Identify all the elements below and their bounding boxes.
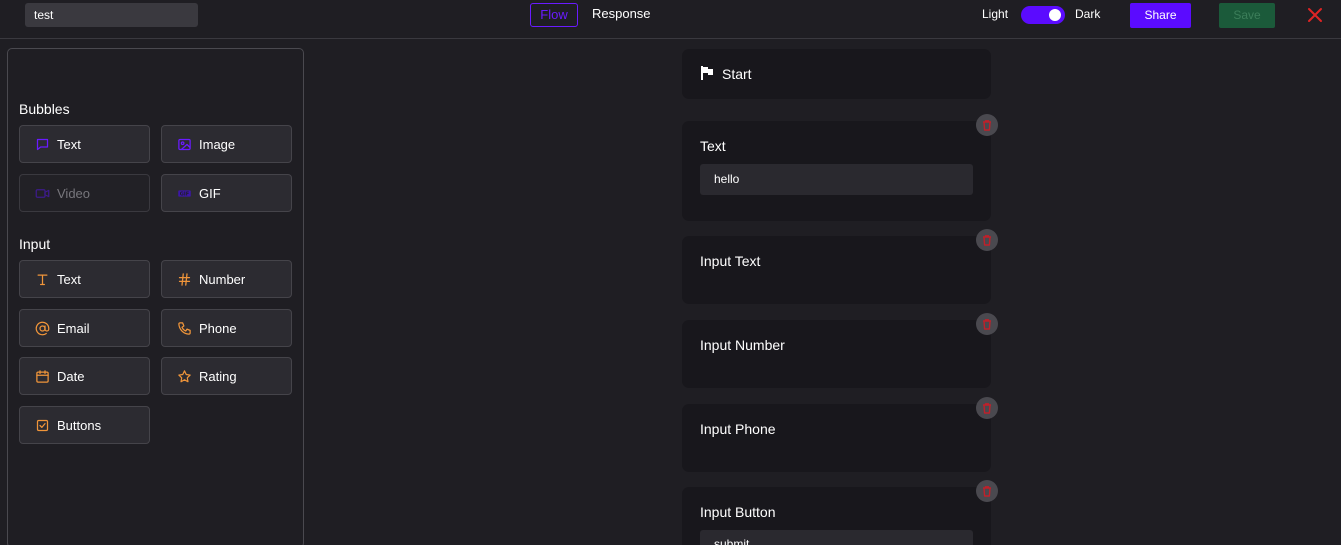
check-square-icon	[34, 417, 50, 433]
node-title: Text	[700, 138, 726, 154]
delete-node-button[interactable]	[976, 114, 998, 136]
node-value-field[interactable]: submit	[700, 530, 973, 545]
type-icon	[34, 271, 50, 287]
trash-icon	[983, 403, 991, 414]
video-icon	[34, 185, 50, 201]
share-button[interactable]: Share	[1130, 3, 1191, 28]
node-title: Input Number	[700, 337, 785, 353]
flow-node-input-number[interactable]: Input Number	[682, 320, 991, 388]
toggle-knob	[1049, 9, 1061, 21]
delete-node-button[interactable]	[976, 397, 998, 419]
trash-icon	[983, 319, 991, 330]
image-icon	[176, 136, 192, 152]
block-label: GIF	[199, 185, 221, 201]
input-buttons-block[interactable]: Buttons	[19, 406, 150, 444]
input-date-block[interactable]: Date	[19, 357, 150, 395]
bubble-text-block[interactable]: Text	[19, 125, 150, 163]
phone-icon	[176, 320, 192, 336]
block-label: Email	[57, 320, 90, 336]
theme-light-label: Light	[982, 7, 1009, 21]
flow-node-input-phone[interactable]: Input Phone	[682, 404, 991, 472]
gif-icon: GIF	[176, 185, 192, 201]
bubbles-section-title: Bubbles	[19, 101, 70, 117]
close-icon[interactable]	[1306, 6, 1324, 24]
hash-icon	[176, 271, 192, 287]
blocks-sidebar: Bubbles Text Image Video GIF GIF Input T…	[7, 48, 304, 545]
block-label: Video	[57, 185, 91, 201]
tab-flow[interactable]: Flow	[530, 3, 578, 27]
flow-node-input-button[interactable]: Input Button submit	[682, 487, 991, 545]
block-label: Image	[199, 136, 236, 152]
flow-node-text[interactable]: Text hello	[682, 121, 991, 221]
bubble-image-block[interactable]: Image	[161, 125, 292, 163]
tab-response[interactable]: Response	[592, 6, 651, 21]
trash-icon	[983, 486, 991, 497]
bubble-gif-block[interactable]: GIF GIF	[161, 174, 292, 212]
at-sign-icon	[34, 320, 50, 336]
block-label: Text	[57, 136, 81, 152]
input-rating-block[interactable]: Rating	[161, 357, 292, 395]
flow-title-input[interactable]	[25, 3, 198, 27]
start-label: Start	[722, 66, 752, 82]
delete-node-button[interactable]	[976, 313, 998, 335]
flag-icon	[700, 65, 716, 81]
save-button[interactable]: Save	[1219, 3, 1275, 28]
node-title: Input Phone	[700, 421, 776, 437]
theme-toggle[interactable]	[1021, 6, 1065, 24]
trash-icon	[983, 235, 991, 246]
top-bar: Flow Response Light Dark Share Save	[0, 0, 1341, 39]
calendar-icon	[34, 368, 50, 384]
block-label: Date	[57, 368, 85, 384]
block-label: Buttons	[57, 417, 102, 433]
delete-node-button[interactable]	[976, 480, 998, 502]
bubble-video-block: Video	[19, 174, 150, 212]
block-label: Number	[199, 271, 246, 287]
trash-icon	[983, 120, 991, 131]
svg-text:GIF: GIF	[179, 191, 188, 197]
input-number-block[interactable]: Number	[161, 260, 292, 298]
delete-node-button[interactable]	[976, 229, 998, 251]
star-icon	[176, 368, 192, 384]
node-title: Input Text	[700, 253, 761, 269]
flow-node-input-text[interactable]: Input Text	[682, 236, 991, 304]
input-phone-block[interactable]: Phone	[161, 309, 292, 347]
node-title: Input Button	[700, 504, 776, 520]
message-square-icon	[34, 136, 50, 152]
node-value-field[interactable]: hello	[700, 164, 973, 195]
theme-dark-label: Dark	[1075, 7, 1101, 21]
input-text-block[interactable]: Text	[19, 260, 150, 298]
block-label: Rating	[199, 368, 237, 384]
block-label: Phone	[199, 320, 237, 336]
input-section-title: Input	[19, 236, 51, 252]
input-email-block[interactable]: Email	[19, 309, 150, 347]
block-label: Text	[57, 271, 81, 287]
start-node[interactable]: Start	[682, 49, 991, 99]
